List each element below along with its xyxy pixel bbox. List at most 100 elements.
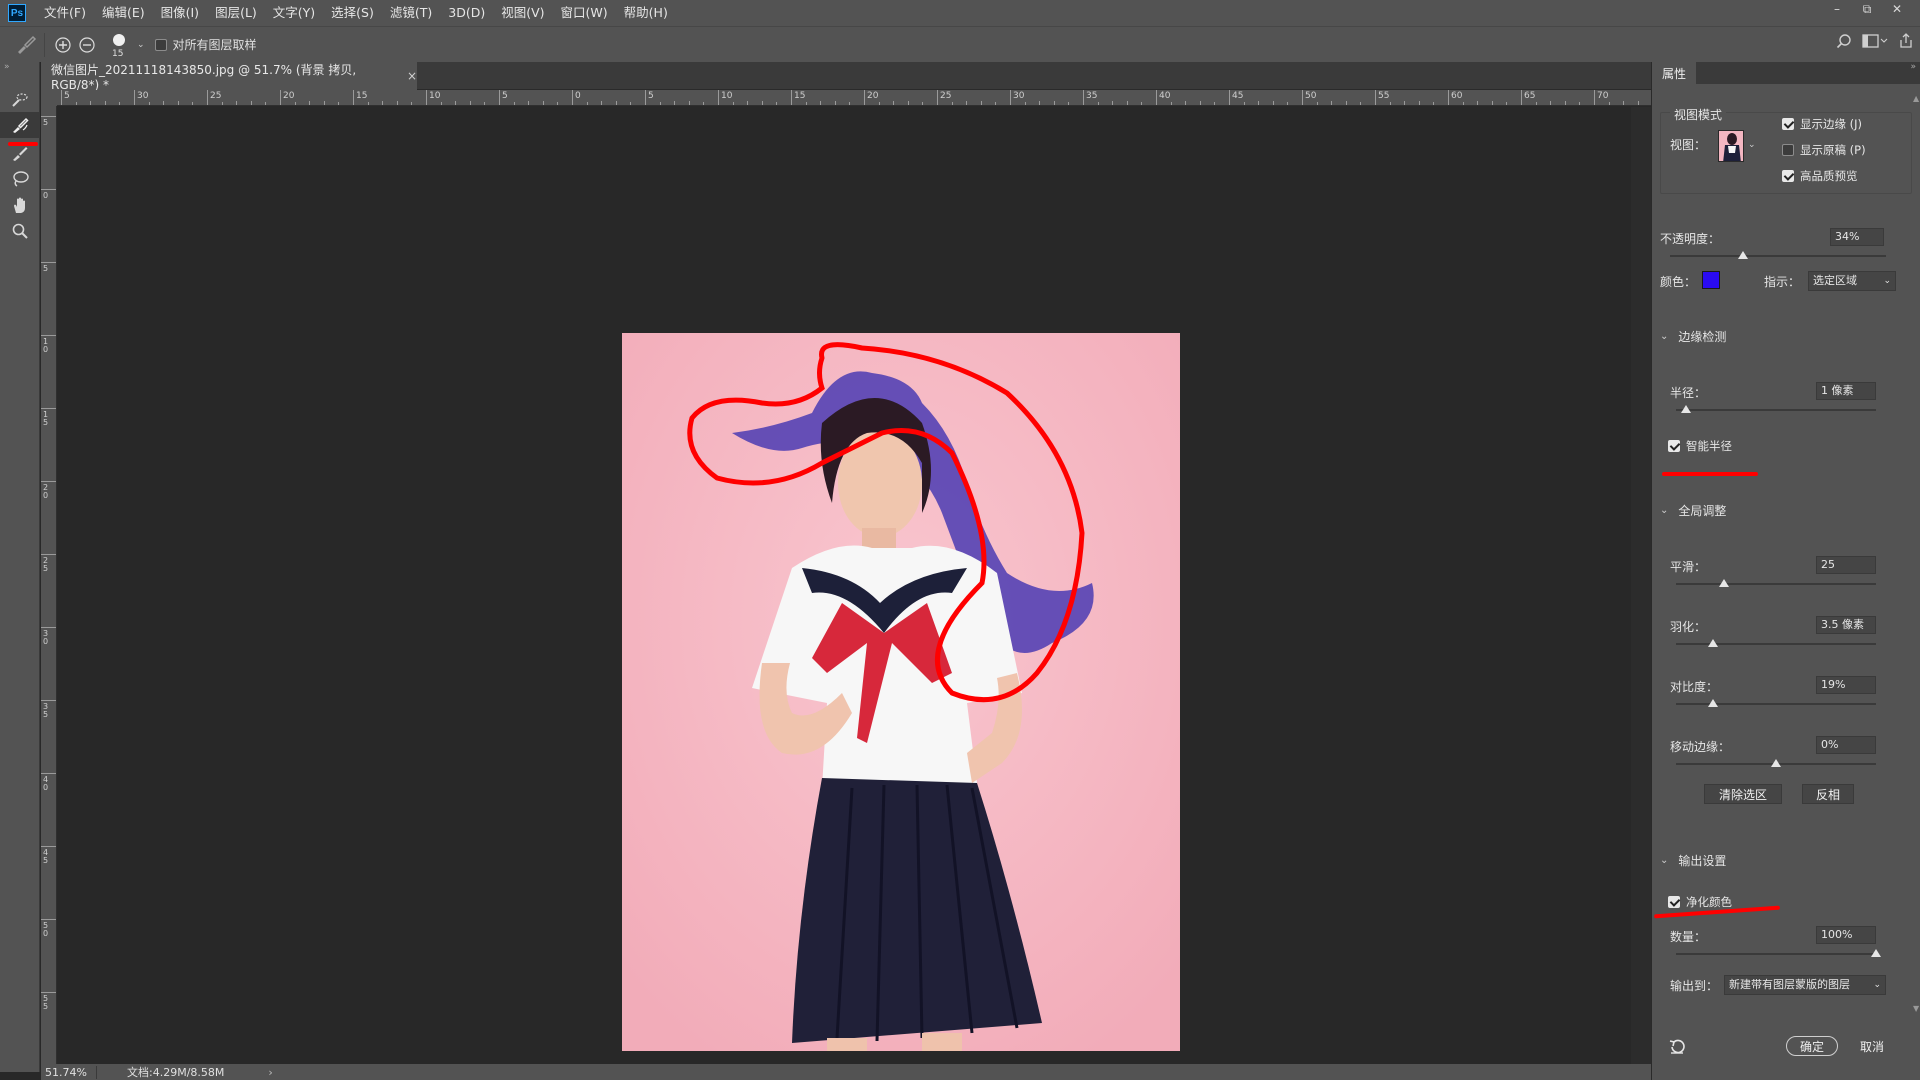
feather-slider-thumb[interactable]: [1708, 639, 1718, 647]
opacity-slider-thumb[interactable]: [1738, 251, 1748, 259]
menu-image[interactable]: 图像(I): [153, 0, 207, 26]
high-quality-preview-checkbox[interactable]: [1782, 170, 1794, 182]
ruler-minor-tick: [513, 102, 515, 105]
global-refinements-header[interactable]: ⌄ 全局调整: [1660, 502, 1726, 519]
ruler-tick: [1521, 90, 1522, 105]
share-icon[interactable]: [1898, 33, 1914, 49]
chevron-down-icon[interactable]: ⌄: [137, 40, 145, 50]
cancel-button[interactable]: 取消: [1846, 1036, 1898, 1056]
invert-button[interactable]: 反相: [1802, 784, 1854, 804]
menu-help[interactable]: 帮助(H): [616, 0, 676, 26]
vertical-ruler[interactable]: 5 0 5 1 0 1 5 2 0 2 5 3 0 3 5 4 0 4 5 5 0 5 5: [41, 106, 57, 1064]
horizontal-ruler[interactable]: 5 30 25 20 15 10 5 0 5 10 15 20 25 30 35 40 45 50 55 60 65 70: [57, 90, 1651, 106]
smooth-slider-track[interactable]: [1676, 583, 1876, 585]
zoom-level[interactable]: 51.74%: [41, 1065, 97, 1079]
show-original-checkbox[interactable]: [1782, 144, 1794, 156]
sample-all-layers-checkbox[interactable]: [154, 38, 167, 51]
show-original-toggle[interactable]: 显示原稿 (P): [1782, 142, 1866, 158]
high-quality-preview-toggle[interactable]: 高品质预览: [1782, 168, 1858, 184]
radius-slider-track[interactable]: [1676, 409, 1876, 411]
radius-slider-thumb[interactable]: [1681, 405, 1691, 413]
output-settings-header[interactable]: ⌄ 输出设置: [1660, 852, 1726, 869]
contrast-slider-thumb[interactable]: [1708, 699, 1718, 707]
workspace-icon[interactable]: [1862, 33, 1888, 49]
view-mode-thumbnail[interactable]: [1718, 130, 1744, 162]
ruler-minor-tick: [104, 101, 106, 105]
restore-button[interactable]: ⧉: [1852, 0, 1882, 18]
global-refinements-title: 全局调整: [1678, 504, 1727, 518]
ruler-tick-label: 5 5: [43, 994, 49, 1011]
menu-file[interactable]: 文件(F): [36, 0, 94, 26]
brush-size-picker[interactable]: 15: [105, 28, 135, 62]
search-icon[interactable]: [1836, 33, 1852, 49]
shift-edge-slider-thumb[interactable]: [1771, 759, 1781, 767]
quick-selection-tool-icon[interactable]: [0, 86, 40, 112]
ruler-minor-tick: [411, 102, 413, 105]
smart-radius-toggle[interactable]: 智能半径: [1668, 438, 1732, 454]
opacity-slider-track[interactable]: [1670, 255, 1886, 257]
show-edge-toggle[interactable]: 显示边缘 (J): [1782, 116, 1862, 132]
shift-edge-input[interactable]: 0%: [1816, 736, 1876, 754]
document-image[interactable]: [622, 333, 1180, 1051]
minimize-button[interactable]: –: [1822, 0, 1852, 18]
ok-button[interactable]: 确定: [1786, 1036, 1838, 1056]
close-button[interactable]: ✕: [1882, 0, 1912, 18]
close-document-icon[interactable]: ×: [407, 69, 417, 83]
contrast-slider-track[interactable]: [1676, 703, 1876, 705]
menu-layer[interactable]: 图层(L): [207, 0, 265, 26]
output-to-select[interactable]: 新建带有图层蒙版的图层 ⌄: [1724, 975, 1886, 995]
amount-slider-thumb[interactable]: [1871, 949, 1881, 957]
view-mode-dropdown-icon[interactable]: ⌄: [1748, 140, 1756, 150]
contrast-input[interactable]: 19%: [1816, 676, 1876, 694]
collapse-toolbar-icon[interactable]: »: [0, 62, 39, 76]
zoom-tool-icon[interactable]: [0, 218, 40, 244]
reset-icon[interactable]: [1668, 1038, 1686, 1057]
ruler-minor-tick: [265, 102, 267, 105]
brush-tool-preset-icon[interactable]: [14, 33, 38, 57]
ruler-origin[interactable]: [41, 90, 57, 106]
menu-3d[interactable]: 3D(D): [440, 0, 493, 26]
smooth-slider-thumb[interactable]: [1719, 579, 1729, 587]
menu-filter[interactable]: 滤镜(T): [382, 0, 440, 26]
show-edge-checkbox[interactable]: [1782, 118, 1794, 130]
canvas-scrollbar[interactable]: [1631, 107, 1651, 1064]
indicate-select[interactable]: 选定区域 ⌄: [1808, 271, 1896, 291]
tab-properties[interactable]: 属性: [1652, 62, 1696, 84]
overlay-color-swatch[interactable]: [1702, 271, 1720, 289]
sample-all-layers-toggle[interactable]: 对所有图层取样: [154, 36, 257, 53]
lasso-tool-icon[interactable]: [0, 166, 40, 192]
opacity-input[interactable]: 34%: [1830, 228, 1884, 246]
canvas-area[interactable]: [57, 107, 1651, 1064]
refine-edge-brush-tool-icon[interactable]: [0, 112, 40, 138]
status-menu-arrow-icon[interactable]: ›: [268, 1066, 272, 1079]
menu-view[interactable]: 视图(V): [493, 0, 552, 26]
amount-slider-track[interactable]: [1676, 953, 1876, 955]
menu-window[interactable]: 窗口(W): [553, 0, 616, 26]
add-to-selection-icon[interactable]: [51, 33, 75, 57]
menu-edit[interactable]: 编辑(E): [94, 0, 153, 26]
feather-slider-track[interactable]: [1676, 643, 1876, 645]
collapse-panel-icon[interactable]: »: [1910, 62, 1916, 72]
clear-selection-button[interactable]: 清除选区: [1704, 784, 1782, 804]
ruler-tick-label: 2 5: [43, 556, 49, 573]
menu-select[interactable]: 选择(S): [323, 0, 382, 26]
amount-input[interactable]: 100%: [1816, 926, 1876, 944]
ruler-tick-label: 45: [1232, 91, 1244, 101]
feather-input[interactable]: 3.5 像素: [1816, 616, 1876, 634]
document-tab[interactable]: 微信图片_20211118143850.jpg @ 51.7% (背景 拷贝, …: [41, 62, 417, 92]
radius-input[interactable]: 1 像素: [1816, 382, 1876, 400]
decontaminate-colors-checkbox[interactable]: [1668, 896, 1680, 908]
edge-detection-header[interactable]: ⌄ 边缘检测: [1660, 328, 1726, 345]
ruler-minor-tick: [1039, 101, 1041, 105]
properties-scrollbar[interactable]: ▲ ▼: [1910, 84, 1920, 1044]
ruler-minor-tick: [1287, 102, 1289, 105]
chevron-down-icon: ⌄: [1660, 331, 1669, 342]
decontaminate-colors-toggle[interactable]: 净化颜色: [1668, 894, 1732, 910]
ruler-minor-tick: [119, 102, 121, 105]
subtract-from-selection-icon[interactable]: [75, 33, 99, 57]
menu-type[interactable]: 文字(Y): [265, 0, 323, 26]
smooth-input[interactable]: 25: [1816, 556, 1876, 574]
smart-radius-checkbox[interactable]: [1668, 440, 1680, 452]
hand-tool-icon[interactable]: [0, 192, 40, 218]
ruler-minor-tick: [674, 101, 676, 105]
